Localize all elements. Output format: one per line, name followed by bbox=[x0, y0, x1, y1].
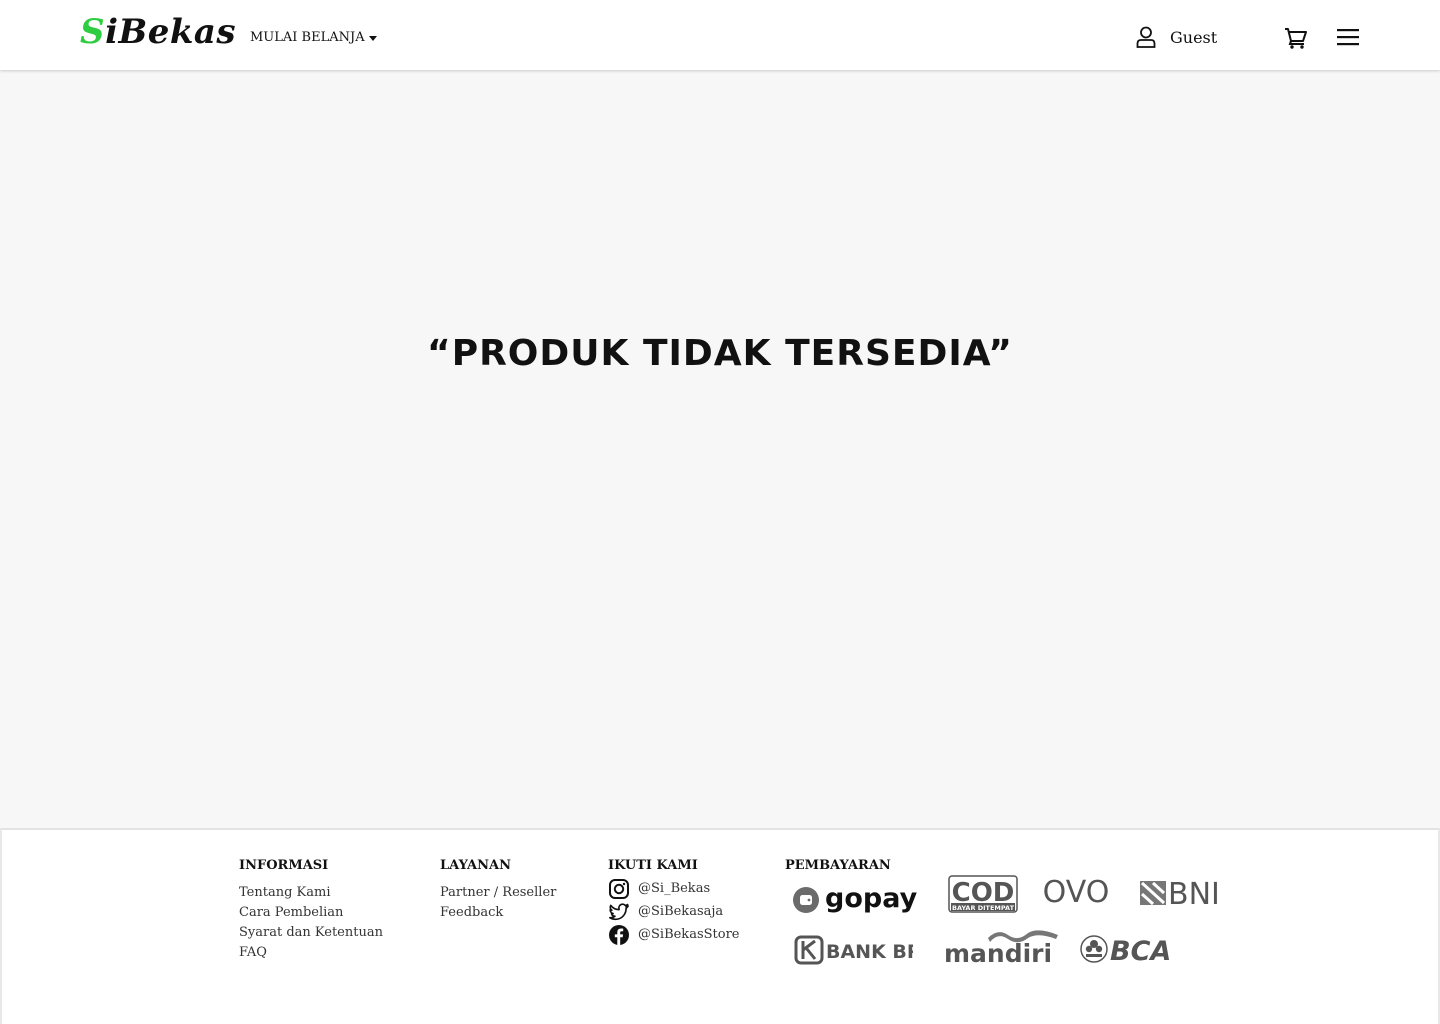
mandiri-logo: mandiri bbox=[942, 924, 1062, 972]
footer-heading-layanan: LAYANAN bbox=[440, 858, 511, 873]
link-faq[interactable]: FAQ bbox=[239, 943, 383, 963]
footer-heading-informasi: INFORMASI bbox=[239, 858, 329, 873]
logo-text: iBekas bbox=[105, 12, 237, 52]
footer: INFORMASI Tentang Kami Cara Pembelian Sy… bbox=[0, 828, 1440, 1024]
instagram-link[interactable]: @Si_Bekas bbox=[608, 877, 739, 900]
facebook-icon bbox=[609, 924, 629, 945]
bca-logo: BCA bbox=[1080, 931, 1174, 971]
facebook-link[interactable]: @SiBekasStore bbox=[608, 923, 739, 946]
footer-heading-pembayaran: PEMBAYARAN bbox=[785, 858, 891, 873]
site-logo[interactable]: SiBekas bbox=[80, 12, 236, 52]
cart-button[interactable] bbox=[1284, 27, 1308, 53]
link-feedback[interactable]: Feedback bbox=[440, 903, 556, 923]
user-account-button[interactable]: Guest bbox=[1136, 26, 1217, 48]
link-partner-reseller[interactable]: Partner / Reseller bbox=[440, 883, 556, 903]
cod-logo: COD BAYAR DITEMPAT bbox=[948, 875, 1020, 919]
svg-text:BNI: BNI bbox=[1168, 877, 1220, 910]
footer-ikuti-kami: IKUTI KAMI @Si_Bekas @SiBekasaja @SiBeka… bbox=[608, 858, 739, 946]
twitter-handle: @SiBekasaja bbox=[638, 904, 724, 919]
user-label: Guest bbox=[1170, 27, 1218, 47]
bni-logo: BNI bbox=[1138, 874, 1234, 914]
hamburger-menu-button[interactable] bbox=[1337, 28, 1359, 50]
svg-text:BANK BRI: BANK BRI bbox=[826, 941, 913, 963]
link-cara-pembelian[interactable]: Cara Pembelian bbox=[239, 903, 383, 923]
facebook-handle: @SiBekasStore bbox=[638, 927, 740, 942]
shop-dropdown-button[interactable]: MULAI BELANJA bbox=[250, 30, 377, 45]
footer-informasi: INFORMASI Tentang Kami Cara Pembelian Sy… bbox=[239, 858, 383, 963]
twitter-link[interactable]: @SiBekasaja bbox=[608, 900, 739, 923]
hamburger-icon bbox=[1337, 29, 1359, 46]
svg-text:BCA: BCA bbox=[1110, 936, 1171, 967]
instagram-icon bbox=[609, 878, 629, 899]
svg-text:mandiri: mandiri bbox=[944, 939, 1052, 968]
gopay-logo: gopay bbox=[790, 880, 920, 920]
link-syarat-ketentuan[interactable]: Syarat dan Ketentuan bbox=[239, 923, 383, 943]
instagram-handle: @Si_Bekas bbox=[638, 881, 711, 896]
empty-product-message: “PRODUK TIDAK TERSEDIA” bbox=[427, 333, 1013, 374]
bank-bri-logo: BANK BRI bbox=[793, 932, 929, 972]
svg-text:gopay: gopay bbox=[825, 883, 918, 914]
logo-letter-s: S bbox=[80, 12, 106, 52]
caret-down-icon bbox=[368, 36, 377, 41]
footer-heading-ikuti: IKUTI KAMI bbox=[608, 858, 698, 873]
twitter-icon bbox=[609, 902, 629, 920]
ovo-logo: OVO bbox=[1038, 874, 1118, 914]
svg-text:BAYAR DITEMPAT: BAYAR DITEMPAT bbox=[952, 904, 1015, 912]
user-icon bbox=[1136, 26, 1156, 48]
shopping-cart-icon bbox=[1285, 28, 1307, 49]
shop-dropdown-label: MULAI BELANJA bbox=[250, 30, 365, 45]
svg-text:OVO: OVO bbox=[1043, 875, 1110, 910]
top-navbar: SiBekas MULAI BELANJA Guest bbox=[0, 0, 1440, 70]
footer-layanan: LAYANAN Partner / Reseller Feedback bbox=[440, 858, 556, 923]
link-tentang-kami[interactable]: Tentang Kami bbox=[239, 883, 383, 903]
